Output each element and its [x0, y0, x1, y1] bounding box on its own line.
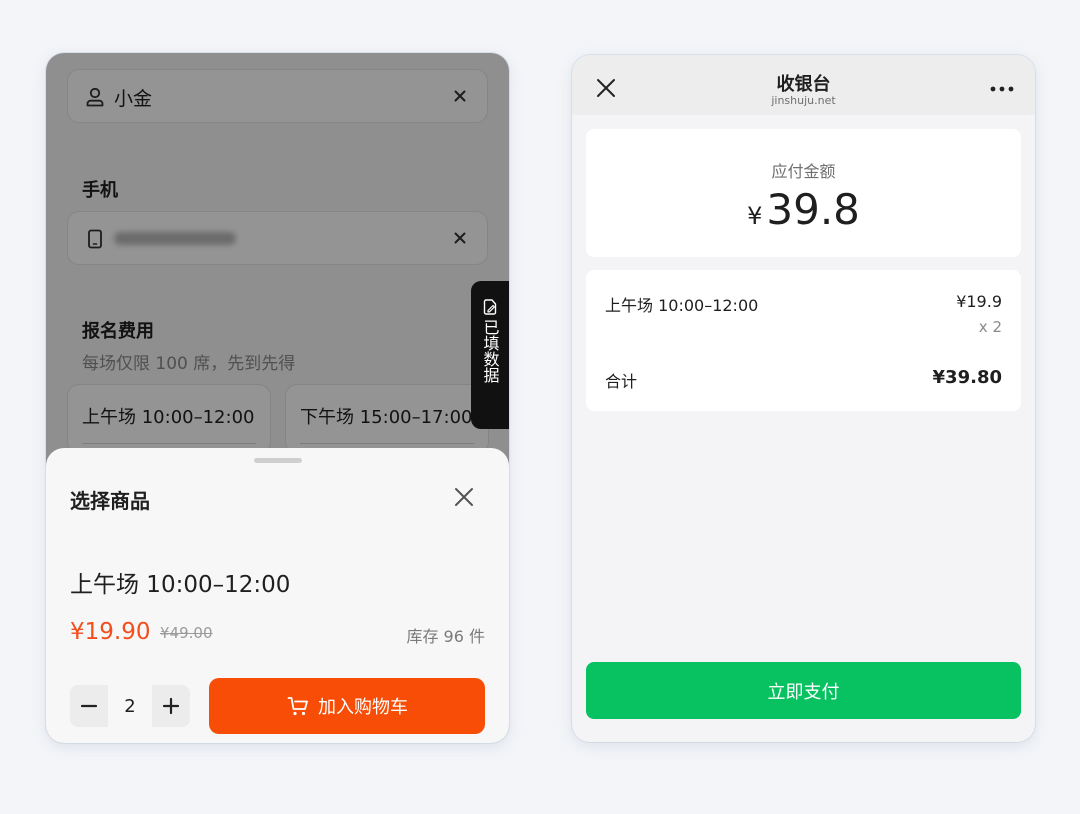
- pay-now-label: 立即支付: [767, 681, 840, 703]
- product-price: ¥19.90: [70, 619, 151, 645]
- page-subtitle: jinshuju.net: [771, 94, 836, 107]
- original-price: ¥49.00: [160, 624, 213, 642]
- product-name: 上午场 10:00–12:00: [70, 572, 291, 598]
- currency-symbol: ¥: [747, 202, 763, 230]
- close-icon[interactable]: [452, 485, 476, 509]
- order-item-quantity: x 2: [978, 318, 1002, 336]
- increment-button[interactable]: [152, 685, 190, 727]
- add-to-cart-label: 加入购物车: [318, 697, 408, 718]
- filled-data-tab[interactable]: 已填数据: [471, 281, 509, 429]
- page-title: 收银台: [776, 74, 831, 95]
- decrement-button[interactable]: [70, 685, 108, 727]
- edit-document-icon: [483, 299, 497, 315]
- pay-now-button[interactable]: 立即支付: [586, 662, 1021, 719]
- product-sheet: 选择商品 上午场 10:00–12:00 ¥19.90 ¥49.00 库存 96…: [46, 448, 509, 743]
- more-icon[interactable]: [990, 86, 1014, 92]
- amount-card: 应付金额 ¥ 39.8: [586, 129, 1021, 257]
- order-item-name: 上午场 10:00–12:00: [605, 296, 759, 315]
- quantity-value[interactable]: 2: [108, 685, 152, 727]
- sheet-title: 选择商品: [70, 489, 150, 513]
- product-select-screen: 小金 手机 报名费用 每场仅限 100 席，先到先得 上午场 10:00–12:…: [46, 53, 509, 743]
- payable-label: 应付金额: [771, 162, 836, 181]
- amount-value: 39.8: [766, 185, 860, 234]
- quantity-stepper: 2: [70, 685, 190, 727]
- minus-icon: [80, 704, 98, 708]
- filled-data-label: 已填数据: [480, 319, 500, 383]
- stock-count: 库存 96 件: [406, 627, 485, 646]
- plus-icon: [162, 697, 180, 715]
- add-to-cart-button[interactable]: 加入购物车: [209, 678, 485, 734]
- total-label: 合计: [605, 372, 638, 391]
- payable-amount: ¥ 39.8: [586, 185, 1021, 234]
- order-detail-card: 上午场 10:00–12:00 ¥19.9 x 2 合计 ¥39.80: [586, 270, 1021, 411]
- total-amount: ¥39.80: [932, 367, 1002, 388]
- checkout-header: 收银台 jinshuju.net: [572, 55, 1035, 115]
- drag-handle[interactable]: [254, 458, 302, 463]
- cart-icon: [287, 697, 308, 716]
- checkout-screen: 收银台 jinshuju.net 应付金额 ¥ 39.8 上午场 10:00–1…: [572, 55, 1035, 742]
- order-item-price: ¥19.9: [956, 292, 1002, 311]
